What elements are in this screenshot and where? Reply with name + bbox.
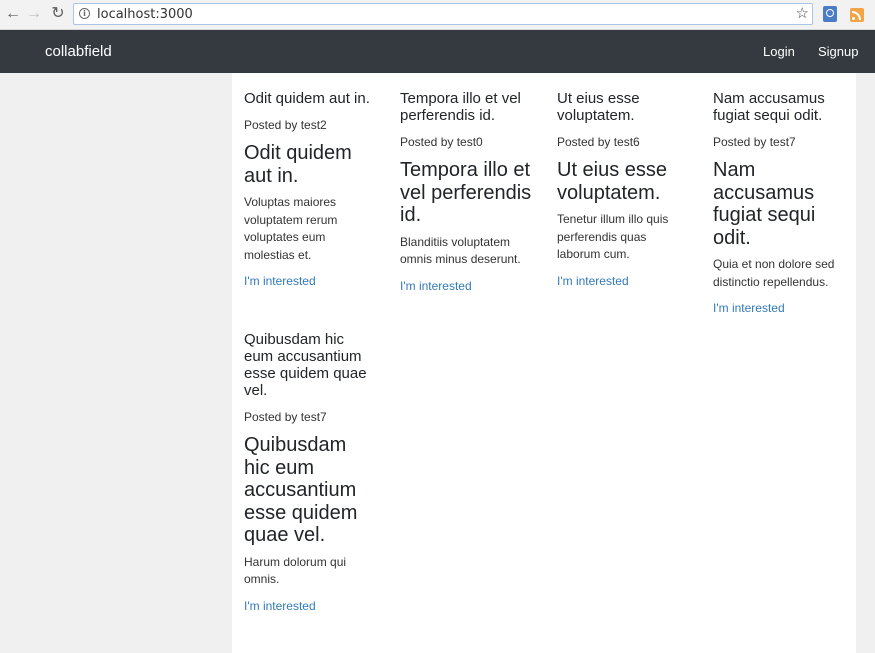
- back-icon[interactable]: ←: [3, 4, 23, 24]
- post-card: Quibusdam hic eum accusantium esse quide…: [244, 331, 376, 614]
- reload-icon[interactable]: ↻: [48, 4, 68, 24]
- bookmark-star-icon[interactable]: ☆: [796, 5, 809, 23]
- post-card: Ut eius esse voluptatem. Posted by test6…: [557, 90, 689, 289]
- post-body: Harum dolorum qui omnis.: [244, 554, 347, 587]
- login-link[interactable]: Login: [763, 44, 795, 59]
- post-title: Tempora illo et vel perferendis id.: [400, 90, 521, 124]
- interested-link[interactable]: I'm interested: [713, 300, 841, 316]
- post-title: Odit quidem aut in.: [244, 90, 370, 107]
- post-heading: Odit quidem aut in.: [244, 142, 352, 187]
- interested-link[interactable]: I'm interested: [244, 598, 376, 614]
- post-title: Ut eius esse voluptatem.: [557, 90, 640, 124]
- post-author: Posted by test7: [244, 410, 327, 424]
- post-heading: Tempora illo et vel perferendis id.: [400, 159, 532, 226]
- post-body: Quia et non dolore sed distinctio repell…: [713, 257, 835, 289]
- browser-toolbar: ← → ↻ i localhost:3000 ☆: [0, 0, 875, 30]
- brand-logo[interactable]: collabfield: [45, 43, 112, 60]
- posts-container: Odit quidem aut in. Posted by test2 Odit…: [232, 73, 856, 653]
- navbar: collabfield Login Signup: [0, 30, 875, 73]
- post-title: Nam accusamus fugiat sequi odit.: [713, 90, 825, 124]
- post-card: Nam accusamus fugiat sequi odit. Posted …: [713, 90, 841, 316]
- rss-icon[interactable]: [850, 8, 864, 22]
- post-body: Voluptas maiores voluptatem rerum volupt…: [244, 195, 338, 262]
- post-body: Tenetur illum illo quis perferendis quas…: [557, 212, 669, 261]
- post-heading: Quibusdam hic eum accusantium esse quide…: [244, 434, 358, 546]
- post-heading: Nam accusamus fugiat sequi odit.: [713, 159, 816, 249]
- forward-icon[interactable]: →: [24, 4, 44, 24]
- interested-link[interactable]: I'm interested: [557, 273, 689, 289]
- post-author: Posted by test2: [244, 118, 327, 132]
- info-icon[interactable]: i: [79, 8, 90, 19]
- post-heading: Ut eius esse voluptatem.: [557, 159, 668, 204]
- post-author: Posted by test0: [400, 135, 483, 149]
- post-author: Posted by test6: [557, 135, 640, 149]
- post-card: Odit quidem aut in. Posted by test2 Odit…: [244, 90, 376, 289]
- interested-link[interactable]: I'm interested: [244, 273, 376, 289]
- interested-link[interactable]: I'm interested: [400, 278, 532, 294]
- post-body: Blanditiis voluptatem omnis minus deseru…: [400, 234, 521, 267]
- post-title: Quibusdam hic eum accusantium esse quide…: [244, 331, 367, 399]
- post-author: Posted by test7: [713, 135, 796, 149]
- post-card: Tempora illo et vel perferendis id. Post…: [400, 90, 532, 294]
- address-bar[interactable]: i localhost:3000 ☆: [73, 3, 813, 25]
- url-text[interactable]: localhost:3000: [97, 7, 193, 22]
- signup-link[interactable]: Signup: [818, 44, 858, 59]
- extension-icon[interactable]: [823, 6, 837, 22]
